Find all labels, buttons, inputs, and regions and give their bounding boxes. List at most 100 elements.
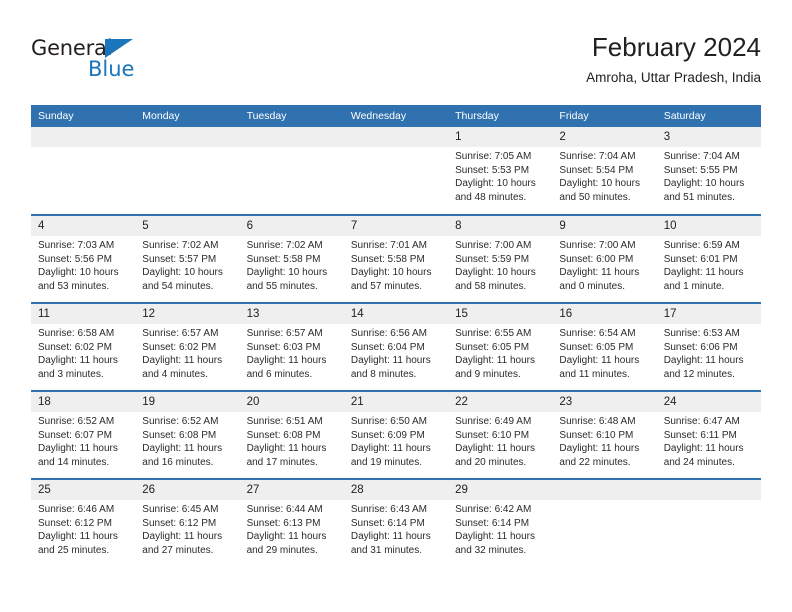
calendar-week-row: 11 Sunrise: 6:58 AM Sunset: 6:02 PM Dayligh…	[31, 302, 761, 391]
day-sun-info: Sunrise: 7:05 AM Sunset: 5:53 PM Daylight:…	[448, 147, 552, 204]
calendar-day-cell[interactable]: 20 Sunrise: 6:51 AM Sunset: 6:08 PM Dayligh…	[239, 390, 344, 479]
calendar-day-cell[interactable]: 22 Sunrise: 6:49 AM Sunset: 6:10 PM Dayligh…	[448, 390, 553, 479]
sunrise-time: Sunrise: 6:43 AM	[350, 504, 427, 515]
day-cell-content: 17 Sunrise: 6:53 AM Sunset: 6:06 PM Dayligh…	[656, 304, 761, 390]
day-number: 26	[135, 480, 240, 500]
daylight-duration-line2: and 1 minute.	[663, 280, 725, 292]
day-cell-content: 5 Sunrise: 7:02 AM Sunset: 5:57 PM Daylight…	[135, 216, 240, 302]
day-number: 28	[343, 480, 449, 500]
day-number: 1	[448, 127, 553, 147]
calendar-day-cell[interactable]: 24 Sunrise: 6:47 AM Sunset: 6:11 PM Dayligh…	[656, 390, 761, 479]
calendar-day-cell[interactable]: 26 Sunrise: 6:45 AM Sunset: 6:12 PM Dayligh…	[135, 478, 240, 567]
day-number: 3	[656, 127, 761, 147]
daylight-duration-line2: and 58 minutes.	[455, 280, 527, 292]
calendar-day-cell[interactable]: 1 Sunrise: 7:05 AM Sunset: 5:53 PM Daylight…	[448, 127, 553, 215]
day-cell-content	[31, 127, 136, 214]
daylight-duration-line2: and 27 minutes.	[142, 544, 214, 556]
daylight-duration-line2: and 17 minutes.	[246, 456, 318, 468]
calendar-day-cell[interactable]: 27 Sunrise: 6:44 AM Sunset: 6:13 PM Dayligh…	[239, 478, 344, 567]
day-number: 10	[656, 216, 761, 236]
day-number: 6	[239, 216, 344, 236]
calendar-day-cell[interactable]: 23 Sunrise: 6:48 AM Sunset: 6:10 PM Dayligh…	[552, 390, 657, 479]
sunset-time: Sunset: 6:02 PM	[142, 341, 217, 353]
daylight-duration-line1: Daylight: 10 hours	[455, 178, 536, 190]
sunrise-time: Sunrise: 6:55 AM	[455, 328, 532, 339]
calendar-day-cell[interactable]: 29 Sunrise: 6:42 AM Sunset: 6:14 PM Dayligh…	[448, 478, 553, 567]
sunrise-time: Sunrise: 6:47 AM	[663, 416, 740, 427]
logo-text-blue: Blue	[88, 57, 135, 81]
day-sun-info: Sunrise: 6:51 AM Sunset: 6:08 PM Daylight:…	[240, 412, 344, 469]
daylight-duration-line2: and 50 minutes.	[559, 191, 631, 203]
calendar-day-cell[interactable]: 11 Sunrise: 6:58 AM Sunset: 6:02 PM Dayligh…	[31, 302, 136, 391]
day-sun-info: Sunrise: 7:02 AM Sunset: 5:57 PM Daylight:…	[135, 236, 239, 293]
general-blue-logo[interactable]: General Blue	[31, 36, 231, 92]
sunset-time: Sunset: 5:58 PM	[350, 253, 425, 265]
sunset-time: Sunset: 6:06 PM	[663, 341, 738, 353]
sunset-time: Sunset: 6:04 PM	[350, 341, 425, 353]
calendar-day-cell[interactable]: 16 Sunrise: 6:54 AM Sunset: 6:05 PM Dayligh…	[552, 302, 657, 391]
day-sun-info: Sunrise: 6:59 AM Sunset: 6:01 PM Daylight:…	[657, 236, 761, 293]
day-sun-info: Sunrise: 6:55 AM Sunset: 6:05 PM Daylight:…	[448, 324, 552, 381]
calendar-day-cell[interactable]: 21 Sunrise: 6:50 AM Sunset: 6:09 PM Dayligh…	[343, 390, 449, 479]
calendar-day-cell[interactable]: 28 Sunrise: 6:43 AM Sunset: 6:14 PM Dayligh…	[343, 478, 449, 567]
day-sun-info: Sunrise: 7:03 AM Sunset: 5:56 PM Daylight:…	[31, 236, 135, 293]
calendar-day-cell[interactable]: 15 Sunrise: 6:55 AM Sunset: 6:05 PM Dayligh…	[448, 302, 553, 391]
day-cell-content: 28 Sunrise: 6:43 AM Sunset: 6:14 PM Dayligh…	[343, 480, 449, 567]
day-sun-info: Sunrise: 7:00 AM Sunset: 6:00 PM Daylight:…	[552, 236, 656, 293]
sunrise-time: Sunrise: 6:49 AM	[455, 416, 532, 427]
calendar-day-cell[interactable]: 19 Sunrise: 6:52 AM Sunset: 6:08 PM Dayligh…	[135, 390, 240, 479]
calendar-day-cell[interactable]: 14 Sunrise: 6:56 AM Sunset: 6:04 PM Dayligh…	[343, 302, 449, 391]
day-number: 17	[656, 304, 761, 324]
calendar-day-cell[interactable]: 17 Sunrise: 6:53 AM Sunset: 6:06 PM Dayligh…	[656, 302, 761, 391]
sunset-time: Sunset: 5:55 PM	[663, 164, 738, 176]
day-sun-info: Sunrise: 7:02 AM Sunset: 5:58 PM Daylight:…	[240, 236, 344, 293]
calendar-day-cell[interactable]: 4 Sunrise: 7:03 AM Sunset: 5:56 PM Daylight…	[31, 214, 136, 303]
calendar-day-cell[interactable]: 9 Sunrise: 7:00 AM Sunset: 6:00 PM Daylight…	[552, 214, 657, 303]
sunrise-sunset-calendar: Sunday Monday Tuesday Wednesday Thursday Frid…	[31, 105, 761, 567]
calendar-cell-empty	[343, 127, 449, 215]
sunrise-time: Sunrise: 7:00 AM	[559, 240, 636, 251]
calendar-day-cell[interactable]: 7 Sunrise: 7:01 AM Sunset: 5:58 PM Daylight…	[343, 214, 449, 303]
calendar-day-cell[interactable]: 12 Sunrise: 6:57 AM Sunset: 6:02 PM Dayligh…	[135, 302, 240, 391]
sunrise-time: Sunrise: 7:01 AM	[350, 240, 427, 251]
calendar-day-cell[interactable]: 10 Sunrise: 6:59 AM Sunset: 6:01 PM Dayligh…	[656, 214, 761, 303]
calendar-day-cell[interactable]: 13 Sunrise: 6:57 AM Sunset: 6:03 PM Dayligh…	[239, 302, 344, 391]
daylight-duration-line2: and 53 minutes.	[38, 280, 110, 292]
day-cell-content: 19 Sunrise: 6:52 AM Sunset: 6:08 PM Dayligh…	[135, 392, 240, 478]
day-number	[135, 127, 240, 147]
day-cell-content: 15 Sunrise: 6:55 AM Sunset: 6:05 PM Dayligh…	[448, 304, 553, 390]
sunset-time: Sunset: 5:59 PM	[455, 253, 530, 265]
daylight-duration-line2: and 12 minutes.	[663, 368, 735, 380]
sunset-time: Sunset: 6:07 PM	[38, 429, 112, 441]
calendar-body: 1 Sunrise: 7:05 AM Sunset: 5:53 PM Daylight…	[31, 127, 761, 567]
calendar-day-cell[interactable]: 2 Sunrise: 7:04 AM Sunset: 5:54 PM Daylight…	[552, 127, 657, 215]
calendar-day-cell[interactable]: 5 Sunrise: 7:02 AM Sunset: 5:57 PM Daylight…	[135, 214, 240, 303]
daylight-duration-line2: and 4 minutes.	[142, 368, 208, 380]
sunset-time: Sunset: 6:10 PM	[559, 429, 634, 441]
weekday-header-sunday: Sunday	[31, 105, 136, 127]
day-sun-info: Sunrise: 6:49 AM Sunset: 6:10 PM Daylight:…	[448, 412, 552, 469]
sunset-time: Sunset: 6:00 PM	[559, 253, 634, 265]
daylight-duration-line1: Daylight: 11 hours	[142, 531, 223, 543]
sunrise-time: Sunrise: 6:50 AM	[350, 416, 427, 427]
day-cell-content: 4 Sunrise: 7:03 AM Sunset: 5:56 PM Daylight…	[31, 216, 136, 302]
sunrise-time: Sunrise: 6:57 AM	[246, 328, 323, 339]
calendar-day-cell[interactable]: 6 Sunrise: 7:02 AM Sunset: 5:58 PM Daylight…	[239, 214, 344, 303]
sunset-time: Sunset: 5:54 PM	[559, 164, 634, 176]
day-cell-content: 18 Sunrise: 6:52 AM Sunset: 6:07 PM Dayligh…	[31, 392, 136, 478]
day-sun-info: Sunrise: 6:52 AM Sunset: 6:08 PM Daylight:…	[135, 412, 239, 469]
day-number: 27	[239, 480, 344, 500]
calendar-day-cell[interactable]: 25 Sunrise: 6:46 AM Sunset: 6:12 PM Dayligh…	[31, 478, 136, 567]
page-title: February 2024	[591, 32, 761, 62]
calendar-day-cell[interactable]: 18 Sunrise: 6:52 AM Sunset: 6:07 PM Dayligh…	[31, 390, 136, 479]
sunset-time: Sunset: 6:11 PM	[663, 429, 737, 441]
daylight-duration-line2: and 48 minutes.	[455, 191, 527, 203]
calendar-day-cell[interactable]: 8 Sunrise: 7:00 AM Sunset: 5:59 PM Daylight…	[448, 214, 553, 303]
day-sun-info: Sunrise: 7:00 AM Sunset: 5:59 PM Daylight:…	[448, 236, 552, 293]
daylight-duration-line1: Daylight: 11 hours	[38, 355, 118, 367]
day-cell-content: 25 Sunrise: 6:46 AM Sunset: 6:12 PM Dayligh…	[31, 480, 136, 567]
calendar-day-cell[interactable]: 3 Sunrise: 7:04 AM Sunset: 5:55 PM Daylight…	[656, 127, 761, 215]
day-number: 29	[448, 480, 553, 500]
day-sun-info: Sunrise: 6:42 AM Sunset: 6:14 PM Daylight:…	[448, 500, 552, 557]
sunrise-time: Sunrise: 7:03 AM	[38, 240, 115, 251]
